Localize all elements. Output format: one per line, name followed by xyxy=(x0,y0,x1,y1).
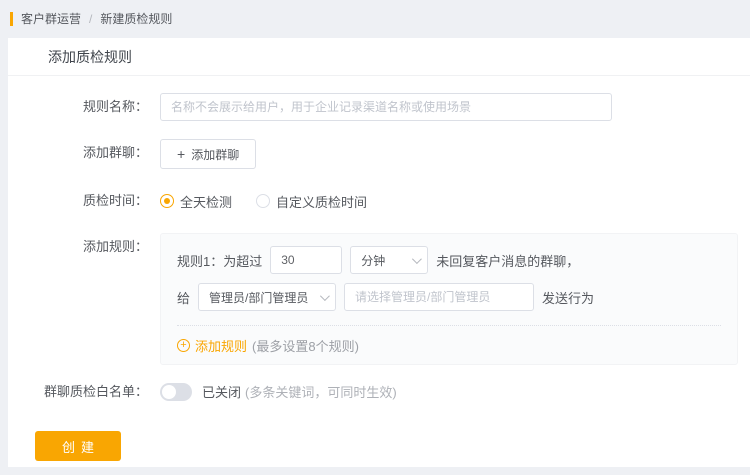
card-header: 添加质检规则 xyxy=(8,38,750,76)
breadcrumb-accent-bar xyxy=(10,11,13,26)
rule2-suffix: 发送行为 xyxy=(542,290,595,306)
radio-all-day-label: 全天检测 xyxy=(180,194,233,210)
inspect-time-label: 质检时间： xyxy=(82,193,148,208)
create-button[interactable]: 创建 xyxy=(35,431,121,461)
rule2-receiver-select[interactable]: 管理员/部门管理员 xyxy=(198,283,337,311)
rule1-unit-select[interactable]: 分钟 xyxy=(350,246,429,274)
toggle-knob xyxy=(162,384,176,399)
inspect-time-row: 质检时间： 全天检测 自定义质检时间 xyxy=(8,187,750,215)
breadcrumb: 客户群运营 / 新建质检规则 xyxy=(10,10,172,27)
rule1-suffix: 未回复客户消息的群聊， xyxy=(436,253,580,269)
rule-name-row: 规则名称： xyxy=(8,93,750,121)
radio-all-day[interactable]: 全天检测 xyxy=(160,192,232,211)
rule-name-label: 规则名称： xyxy=(82,99,148,114)
radio-custom-time[interactable]: 自定义质检时间 xyxy=(256,192,367,211)
rule1-line: 规则1：为超过 分钟 未回复客户消息的群聊， xyxy=(177,246,721,274)
add-rules-row: 添加规则： 规则1：为超过 分钟 未回复客户消息的群聊， 给 管理员/部门管理员 xyxy=(8,233,750,365)
plus-icon: + xyxy=(177,146,186,162)
chevron-down-icon xyxy=(412,253,423,264)
add-group-button-label: 添加群聊 xyxy=(191,147,240,162)
radio-custom-time-label: 自定义质检时间 xyxy=(276,194,368,210)
rule1-minutes-input[interactable] xyxy=(270,246,343,274)
rule-panel: 规则1：为超过 分钟 未回复客户消息的群聊， 给 管理员/部门管理员 xyxy=(160,233,738,365)
breadcrumb-section[interactable]: 客户群运营 xyxy=(21,10,81,27)
whitelist-toggle[interactable] xyxy=(160,382,192,401)
whitelist-label: 群聊质检白名单： xyxy=(43,383,148,399)
rule-form: 规则名称： 添加群聊： + 添加群聊 质检时间： 全天检测 自定义质检时间 xyxy=(8,76,750,461)
rule-name-input[interactable] xyxy=(160,93,612,121)
rule-panel-divider xyxy=(177,325,721,326)
circle-plus-icon[interactable]: + xyxy=(177,338,190,352)
add-rule-hint: (最多设置8个规则) xyxy=(252,338,359,354)
rule2-receiver-value: 管理员/部门管理员 xyxy=(209,290,309,305)
main-card: 添加质检规则 规则名称： 添加群聊： + 添加群聊 质检时间： 全天检测 xyxy=(8,38,750,467)
breadcrumb-separator: / xyxy=(89,11,93,26)
radio-unselected-icon[interactable] xyxy=(256,194,271,208)
whitelist-hint: (多条关键词，可同时生效) xyxy=(245,385,397,400)
add-rules-label: 添加规则： xyxy=(82,239,148,254)
add-group-button[interactable]: + 添加群聊 xyxy=(160,139,257,169)
breadcrumb-current: 新建质检规则 xyxy=(100,12,173,26)
rule1-unit-value: 分钟 xyxy=(361,253,386,268)
add-group-row: 添加群聊： + 添加群聊 xyxy=(8,139,750,169)
rule2-prefix: 给 xyxy=(177,290,191,306)
whitelist-row: 群聊质检白名单： 已关闭 (多条关键词，可同时生效) xyxy=(8,382,750,401)
add-group-label: 添加群聊： xyxy=(82,145,148,160)
rule1-prefix: 规则1：为超过 xyxy=(177,253,263,269)
page-title: 添加质检规则 xyxy=(48,49,132,65)
chevron-down-icon xyxy=(319,290,330,301)
rule2-line: 给 管理员/部门管理员 发送行为 xyxy=(177,283,721,311)
inspect-time-radio-group: 全天检测 自定义质检时间 xyxy=(160,187,367,215)
radio-selected-icon[interactable] xyxy=(160,194,174,208)
add-rule-line: + 添加规则 (最多设置8个规则) xyxy=(177,336,721,354)
whitelist-status: 已关闭 xyxy=(202,385,242,400)
rule2-receiver-input[interactable] xyxy=(344,283,535,311)
add-rule-link[interactable]: 添加规则 xyxy=(195,336,247,355)
